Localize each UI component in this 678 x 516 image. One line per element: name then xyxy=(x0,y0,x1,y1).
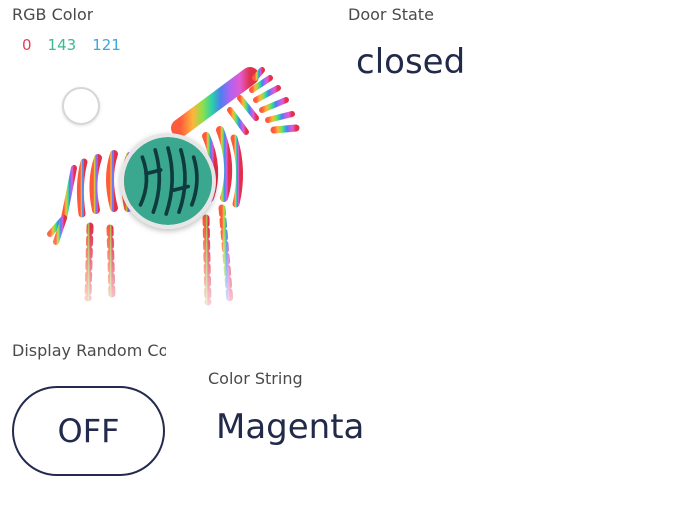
green-value: 143 xyxy=(47,36,77,54)
blue-value: 121 xyxy=(92,36,121,54)
dashboard: RGB Color 0 143 121 Door State closed Di… xyxy=(0,0,678,516)
selected-color-swatch-icon xyxy=(124,137,212,225)
door-state-label: Door State xyxy=(348,5,434,24)
color-string-label: Color String xyxy=(208,369,303,388)
rgb-color-label: RGB Color xyxy=(12,5,94,24)
toggle-button-label: OFF xyxy=(57,412,120,450)
color-string-value: Magenta xyxy=(216,407,365,447)
rgb-values: 0 143 121 xyxy=(22,36,121,54)
door-state-value: closed xyxy=(356,42,466,82)
red-value: 0 xyxy=(22,36,32,54)
display-random-color-label: Display Random Color xyxy=(12,341,166,360)
picker-secondary-handle[interactable] xyxy=(62,87,100,125)
random-color-toggle-button[interactable]: OFF xyxy=(12,386,165,476)
color-picker-knob[interactable] xyxy=(120,133,216,229)
